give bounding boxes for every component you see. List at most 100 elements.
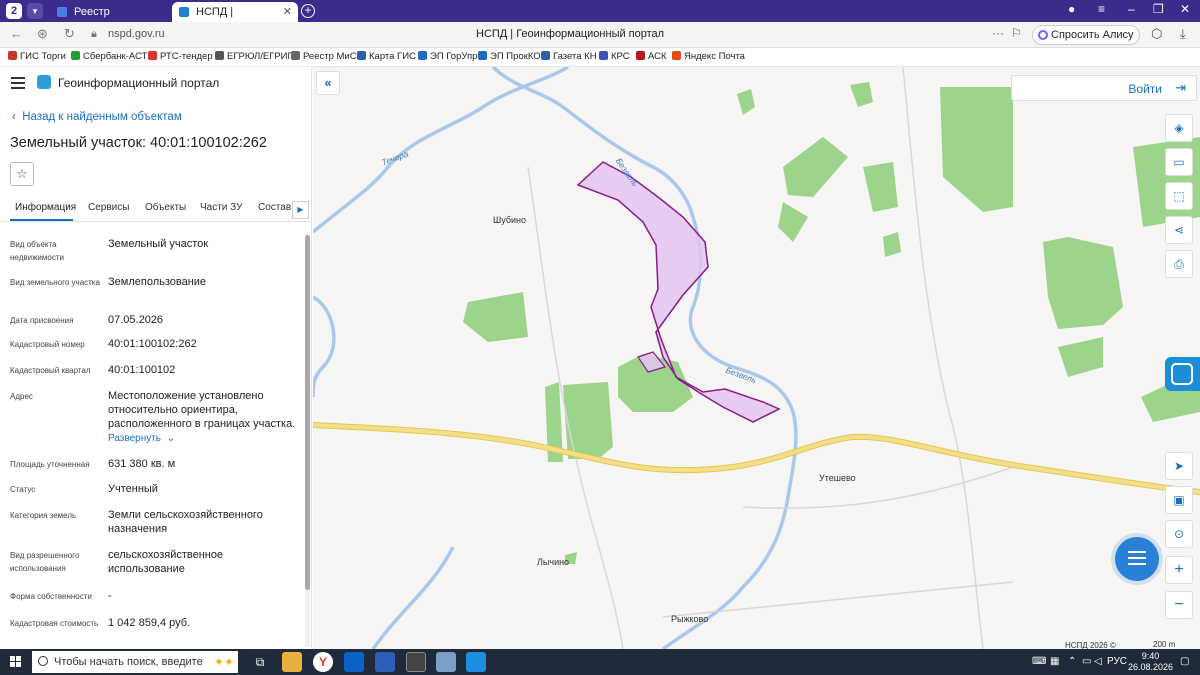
close-tab-icon[interactable]: ✕	[283, 2, 292, 22]
browser-tab-nspd[interactable]: НСПД | Геоинформаци ✕	[172, 2, 298, 38]
tab-services[interactable]: Сервисы	[88, 202, 129, 213]
attr-value: 1 042 859,4 руб.	[108, 617, 191, 629]
bookmark-item[interactable]: Яндекс Почта	[672, 51, 745, 62]
tab-objects[interactable]: Объекты	[145, 202, 186, 213]
download-icon[interactable]: ⤓	[1180, 26, 1186, 42]
bookmark-item[interactable]: КРС	[599, 51, 630, 62]
bookmark-item[interactable]: Карта ГИС	[357, 51, 416, 62]
forest-areas	[463, 82, 1200, 564]
extensions-icon[interactable]: ⬡	[1151, 26, 1162, 42]
close-window-icon[interactable]: ✕	[1180, 2, 1190, 16]
zoom-out-button[interactable]: −	[1165, 591, 1193, 619]
chat-button[interactable]	[1115, 537, 1159, 581]
forest-patch	[737, 89, 755, 115]
more-dots-icon[interactable]: ···	[992, 26, 1004, 40]
tab-composition[interactable]: Состав	[258, 202, 291, 213]
yandex-browser-icon[interactable]: Y	[313, 652, 333, 672]
bookmarks-bar: ГИС Торги Сбербанк-АСТ РТС-тендер ЕГРЮЛ/…	[0, 48, 1200, 67]
bookmark-favicon-icon	[215, 51, 224, 60]
maximize-icon[interactable]: ❐	[1153, 2, 1164, 16]
taskbar-clock[interactable]: 9:40 26.08.2026	[1128, 651, 1173, 673]
bookmark-favicon-icon	[357, 51, 366, 60]
app-icon[interactable]	[466, 652, 486, 672]
expand-address-link[interactable]: Развернуть ⌄	[108, 433, 175, 444]
share-button[interactable]: ⋖	[1165, 216, 1193, 244]
bookmark-item[interactable]: ГИС Торги	[8, 51, 66, 62]
zoom-in-button[interactable]: +	[1165, 556, 1193, 584]
taskbar-search-box[interactable]: Чтобы начать поиск, введите ✦✦	[32, 651, 238, 673]
forest-patch	[850, 82, 873, 107]
outlook-icon[interactable]	[344, 652, 364, 672]
bookmark-item[interactable]: РТС-тендер	[148, 51, 213, 62]
security-shield-icon[interactable]: ⊛	[37, 26, 48, 42]
browser-menu-icon[interactable]: ≡	[1098, 2, 1105, 16]
volume-icon[interactable]: ◁	[1094, 656, 1102, 667]
favorite-star-button[interactable]: ☆	[10, 162, 34, 186]
place-label: Шубино	[493, 215, 527, 225]
browser-tab-registry[interactable]: Реестр извещений	[50, 2, 168, 38]
windows-start-icon[interactable]	[10, 656, 22, 668]
tabs-menu-chevron-icon[interactable]: ▾	[27, 3, 43, 19]
basemap-button[interactable]: ▣	[1165, 486, 1193, 514]
minimize-icon[interactable]: –	[1128, 2, 1135, 16]
bookmark-item[interactable]: Сбербанк-АСТ	[71, 51, 147, 62]
measure-button[interactable]: ▭	[1165, 148, 1193, 176]
back-arrow-icon[interactable]: ←	[10, 26, 23, 41]
bookmark-item[interactable]: ЭП ПрокКО	[478, 51, 541, 62]
layers-icon: ◈	[1174, 121, 1184, 135]
road-line	[742, 466, 1014, 509]
app-icon[interactable]	[436, 652, 456, 672]
bookmark-item[interactable]: АСК	[636, 51, 667, 62]
ask-alice-button[interactable]: Спросить Алису AI	[1032, 25, 1140, 59]
search-on-map-button[interactable]: ⊙	[1165, 520, 1193, 548]
attr-value: 40:01:100102	[108, 364, 176, 376]
bookmark-item[interactable]: Реестр МиС	[291, 51, 357, 62]
menu-hamburger-icon[interactable]	[11, 77, 25, 92]
notifications-icon[interactable]: ▢	[1180, 656, 1189, 667]
attr-value: Учтенный	[108, 483, 158, 495]
bookmark-icon[interactable]: ⚐	[1011, 26, 1022, 40]
task-view-icon[interactable]: ⧉	[250, 652, 270, 672]
map-view[interactable]: Течера Безвель Безвель Шубино Утешево Лы…	[313, 67, 1200, 649]
calculator-icon[interactable]	[406, 652, 426, 672]
forest-patch	[1043, 237, 1123, 329]
keyboard-icon[interactable]: ⌨	[1032, 656, 1046, 667]
print-button[interactable]: ⎙	[1165, 250, 1193, 278]
login-label: Войти	[1128, 82, 1162, 96]
login-button[interactable]: Войти ⇥	[1011, 75, 1197, 101]
forest-patch	[1058, 337, 1103, 377]
bookmark-item[interactable]: ЕГРЮЛ/ЕГРИП	[215, 51, 294, 62]
locate-me-button[interactable]: ➤	[1165, 452, 1193, 480]
map-canvas[interactable]	[313, 67, 1200, 649]
back-to-results-link[interactable]: ‹ Назад к найденным объектам	[12, 111, 182, 123]
layers-button[interactable]: ◈	[1165, 114, 1193, 142]
panel-scrollbar-thumb[interactable]	[305, 235, 310, 590]
clock-date: 26.08.2026	[1128, 662, 1174, 672]
collapse-panel-button[interactable]: «	[316, 71, 340, 95]
map-scale: 200 m	[1153, 640, 1189, 649]
tab-parcel-parts[interactable]: Части ЗУ	[200, 202, 242, 213]
attr-label: Кадастровый номер	[10, 340, 85, 349]
panel-tabs: Информация Сервисы Объекты Части ЗУ Сост…	[0, 198, 311, 220]
url-field[interactable]: nspd.gov.ru	[108, 28, 165, 40]
tab-count-badge[interactable]: 2	[6, 3, 22, 19]
profile-avatar-icon[interactable]: ●	[1068, 2, 1075, 16]
bookmark-item[interactable]: Газета КН	[541, 51, 597, 62]
attr-label: Адрес	[10, 392, 33, 401]
language-indicator[interactable]: РУС	[1107, 656, 1127, 667]
file-explorer-icon[interactable]	[282, 652, 302, 672]
tab-information[interactable]: Информация	[15, 202, 76, 213]
network-icon[interactable]: ▭	[1082, 656, 1091, 667]
show-hidden-icons-chevron-icon[interactable]: ⌃	[1068, 656, 1076, 667]
star-icon: ☆	[16, 166, 28, 181]
select-area-button[interactable]: ⬚	[1165, 182, 1193, 210]
word-icon[interactable]	[375, 652, 395, 672]
reload-icon[interactable]: ↻	[64, 26, 75, 42]
windows-taskbar: Чтобы начать поиск, введите ✦✦ ⧉ Y ⌨ ▦ ⌃…	[0, 649, 1200, 675]
bookmark-item[interactable]: ЭП ГорУпр	[418, 51, 477, 62]
assistant-side-badge[interactable]	[1165, 357, 1200, 391]
tabs-scroll-right-button[interactable]: ▶	[292, 201, 309, 219]
chat-icon	[1128, 551, 1146, 569]
new-tab-plus-icon[interactable]: +	[301, 4, 315, 18]
tray-icon[interactable]: ▦	[1050, 656, 1059, 667]
